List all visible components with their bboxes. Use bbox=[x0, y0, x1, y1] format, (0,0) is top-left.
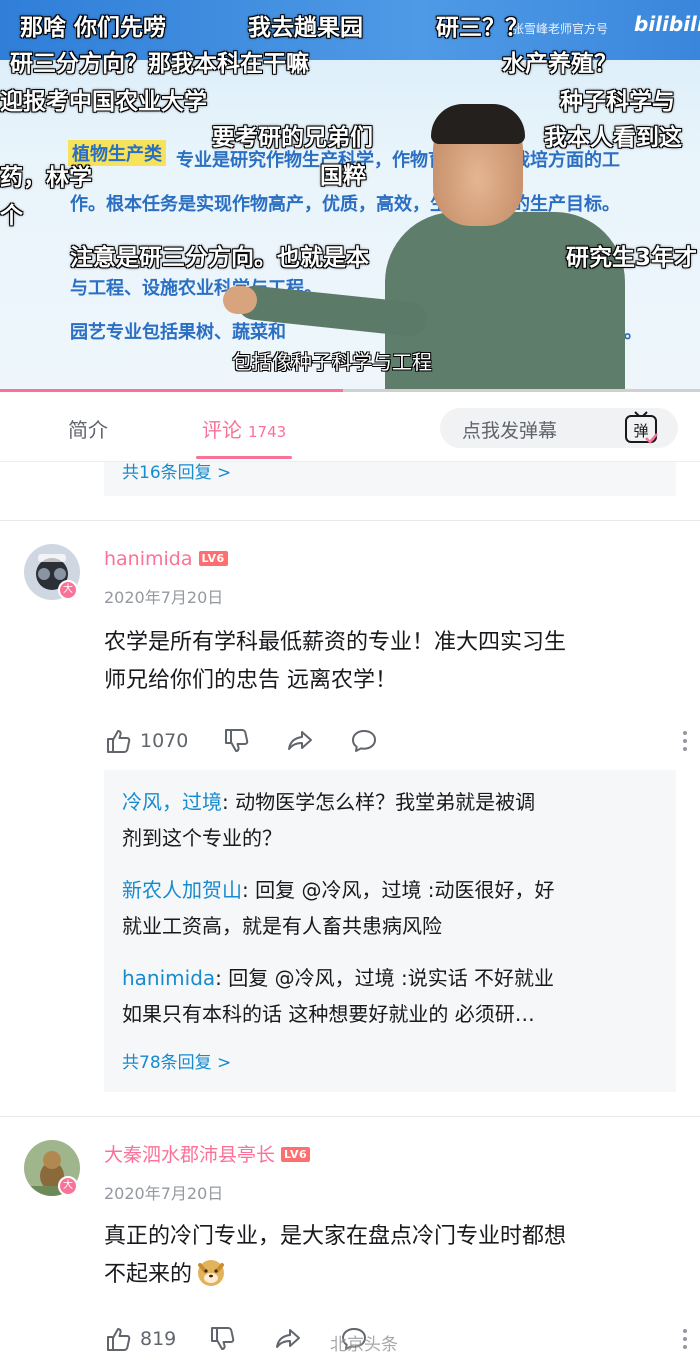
like-button[interactable]: 819 bbox=[104, 1322, 176, 1356]
reply-text: 就业工资高，就是有人畜共患病风险 bbox=[122, 914, 442, 938]
share-arrow-icon bbox=[276, 1329, 300, 1348]
comment-text-line: 真正的冷门专业，是大家在盘点冷门专业时都想 bbox=[104, 1224, 567, 1249]
comment-item: 大 大秦泗水郡沛县亭长 LV6 2020年7月20日 真正的冷门专业，是大家在盘点… bbox=[0, 1116, 700, 1362]
danmaku-icon-glyph: 弹 bbox=[633, 422, 648, 440]
danmaku-comment: 那啥 你们先唠 bbox=[20, 15, 167, 41]
slide-text-line: 园艺专业包括果树、蔬菜和 bbox=[70, 322, 286, 343]
thumbs-down-icon bbox=[211, 1327, 235, 1350]
share-button[interactable] bbox=[286, 724, 314, 758]
thumbs-up-icon bbox=[107, 730, 131, 753]
more-options-icon[interactable] bbox=[682, 730, 688, 752]
comment-text-line: 农学是所有学科最低薪资的专业！准大四实习生 bbox=[104, 630, 567, 655]
reply-item[interactable]: 冷风，过境: 动物医学怎么样？我堂弟就是被调 剂到这个专业的？ bbox=[122, 784, 662, 856]
username-text: hanimida bbox=[104, 548, 193, 570]
comments-count: 1743 bbox=[248, 423, 287, 441]
reply-author[interactable]: 新农人加贺山 bbox=[122, 878, 242, 902]
replies-box: 冷风，过境: 动物医学怎么样？我堂弟就是被调 剂到这个专业的？ 新农人加贺山: … bbox=[104, 770, 676, 1092]
reply-author[interactable]: hanimida bbox=[122, 966, 215, 990]
danmaku-input-placeholder: 点我发弹幕 bbox=[462, 420, 558, 442]
official-badge-icon: 大 bbox=[58, 1176, 78, 1196]
level-badge: LV6 bbox=[281, 1147, 311, 1162]
comment-text: 农学是所有学科最低薪资的专业！准大四实习生 师兄给你们的忠告 远离农学！ bbox=[104, 624, 676, 700]
like-count: 1070 bbox=[140, 730, 189, 752]
reply-text: : 动物医学怎么样？我堂弟就是被调 bbox=[222, 790, 536, 814]
danmaku-comment: 药，林学 bbox=[0, 165, 92, 191]
bilibili-logo: bilibili bbox=[634, 12, 700, 36]
dislike-button[interactable] bbox=[222, 724, 250, 758]
reply-button[interactable] bbox=[350, 724, 378, 758]
danmaku-comment: 研三分方向？那我本科在干嘛 bbox=[10, 51, 309, 77]
danmaku-comment: 我本人看到这 bbox=[544, 125, 682, 151]
danmaku-comment: 我去趟果园 bbox=[248, 15, 363, 41]
dislike-button[interactable] bbox=[208, 1322, 236, 1356]
danmaku-comment: 注意是研三分方向。也就是本 bbox=[70, 245, 369, 271]
danmaku-comment: 水产养殖？ bbox=[502, 51, 617, 77]
comment-item: 大 hanimida LV6 2020年7月20日 农学是所有学科最低薪资的专业！… bbox=[0, 520, 700, 1117]
danmaku-input[interactable]: 点我发弹幕 弹 bbox=[440, 408, 678, 448]
tab-comments-label: 评论 bbox=[202, 418, 242, 442]
reply-text: 如果只有本科的话 这种想要好就业的 必须研… bbox=[122, 1002, 535, 1026]
tab-bar: 简介 评论 1743 点我发弹幕 弹 bbox=[0, 392, 700, 462]
tab-intro[interactable]: 简介 bbox=[68, 414, 108, 443]
comment-text-segment: 不起来的 bbox=[104, 1262, 193, 1287]
share-button[interactable] bbox=[274, 1322, 302, 1356]
video-player[interactable]: 张雪峰老师官方号 bilibili 植物生产类 专业是研究作物生产科学，作物育 … bbox=[0, 0, 700, 392]
tab-comments[interactable]: 评论 1743 bbox=[202, 414, 286, 443]
level-badge: LV6 bbox=[198, 551, 228, 566]
watermark-text: 北京头条 bbox=[330, 1335, 398, 1355]
like-count: 819 bbox=[140, 1328, 177, 1350]
more-replies-link[interactable]: 共78条回复 > bbox=[122, 1048, 231, 1073]
danmaku-toggle-icon[interactable]: 弹 bbox=[622, 410, 660, 446]
official-badge-icon: 大 bbox=[58, 580, 78, 600]
comment-text-line: 不起来的 bbox=[104, 1256, 676, 1294]
more-options-icon[interactable] bbox=[682, 1328, 688, 1350]
danmaku-comment: 个 bbox=[0, 203, 23, 229]
thumbs-up-icon bbox=[107, 1328, 131, 1351]
danmaku-comment: 种子科学与 bbox=[560, 89, 675, 115]
comment-username[interactable]: 大秦泗水郡沛县亭长 LV6 bbox=[104, 1140, 311, 1167]
danmaku-comment: 迎报考中国农业大学 bbox=[0, 89, 207, 115]
comment-date: 2020年7月20日 bbox=[104, 1184, 224, 1203]
danmaku-comment: 要考研的兄弟们 bbox=[212, 125, 373, 151]
comment-date: 2020年7月20日 bbox=[104, 588, 224, 607]
comment-text: 真正的冷门专业，是大家在盘点冷门专业时都想 不起来的 bbox=[104, 1218, 676, 1294]
reply-item[interactable]: 新农人加贺山: 回复 @冷风，过境 :动医很好，好 就业工资高，就是有人畜共患病… bbox=[122, 872, 662, 944]
reply-text: : 回复 @冷风，过境 :动医很好，好 bbox=[242, 878, 555, 902]
video-subtitle: 包括像种子科学与工程 bbox=[232, 350, 432, 374]
reply-item[interactable]: hanimida: 回复 @冷风，过境 :说实话 不好就业 如果只有本科的话 这… bbox=[122, 960, 662, 1032]
previous-more-replies-link[interactable]: 共16条回复 > bbox=[122, 458, 231, 483]
avatar[interactable]: 大 bbox=[24, 544, 80, 600]
doge-emoji-icon bbox=[198, 1260, 225, 1286]
comment-bubble-icon bbox=[352, 730, 376, 752]
comment-actions: 1070 bbox=[104, 724, 687, 758]
comment-username[interactable]: hanimida LV6 bbox=[104, 548, 228, 570]
reply-text: 剂到这个专业的？ bbox=[122, 826, 282, 850]
danmaku-comment: 国粹 bbox=[320, 163, 366, 189]
danmaku-comment: 研三？？ bbox=[436, 15, 528, 41]
previous-replies-box: 共16条回复 > bbox=[104, 462, 676, 496]
thumbs-down-icon bbox=[225, 729, 249, 752]
comment-text-line: 师兄给你们的忠告 远离农学！ bbox=[104, 668, 397, 693]
username-text: 大秦泗水郡沛县亭长 bbox=[104, 1144, 276, 1166]
avatar[interactable]: 大 bbox=[24, 1140, 80, 1196]
reply-text: : 回复 @冷风，过境 :说实话 不好就业 bbox=[215, 966, 555, 990]
like-button[interactable]: 1070 bbox=[104, 724, 188, 758]
danmaku-comment: 研究生3年才 bbox=[566, 245, 698, 271]
share-arrow-icon bbox=[288, 731, 312, 750]
reply-author[interactable]: 冷风，过境 bbox=[122, 790, 222, 814]
